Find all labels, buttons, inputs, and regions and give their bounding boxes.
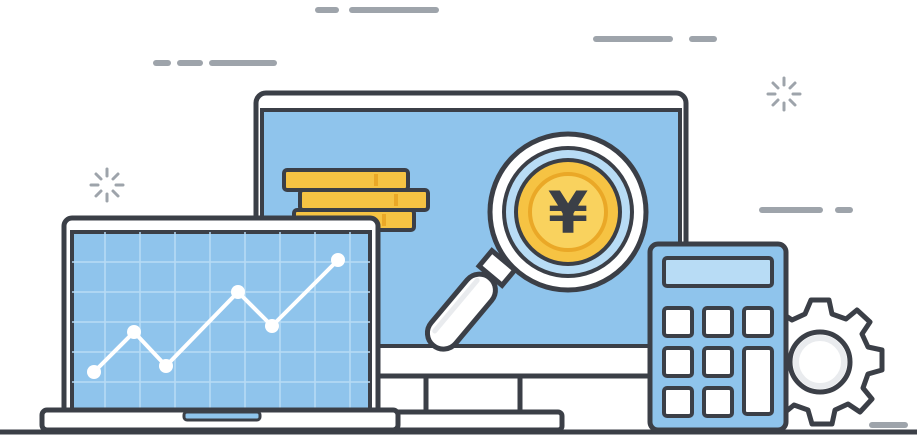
calculator-display	[662, 256, 774, 288]
calculator-keys	[662, 306, 774, 418]
laptop-screen	[70, 230, 372, 412]
monitor-stand	[423, 373, 523, 417]
calculator-icon	[647, 241, 789, 433]
sparkle-icon	[766, 76, 802, 112]
finance-illustration: ¥	[0, 7, 917, 435]
laptop-icon	[39, 215, 401, 433]
yen-coin-icon: ¥	[514, 158, 622, 266]
coin-symbol: ¥	[548, 179, 588, 247]
monitor-base	[389, 409, 565, 433]
sparkle-icon	[89, 167, 125, 203]
laptop-trackpad-notch	[182, 410, 262, 422]
